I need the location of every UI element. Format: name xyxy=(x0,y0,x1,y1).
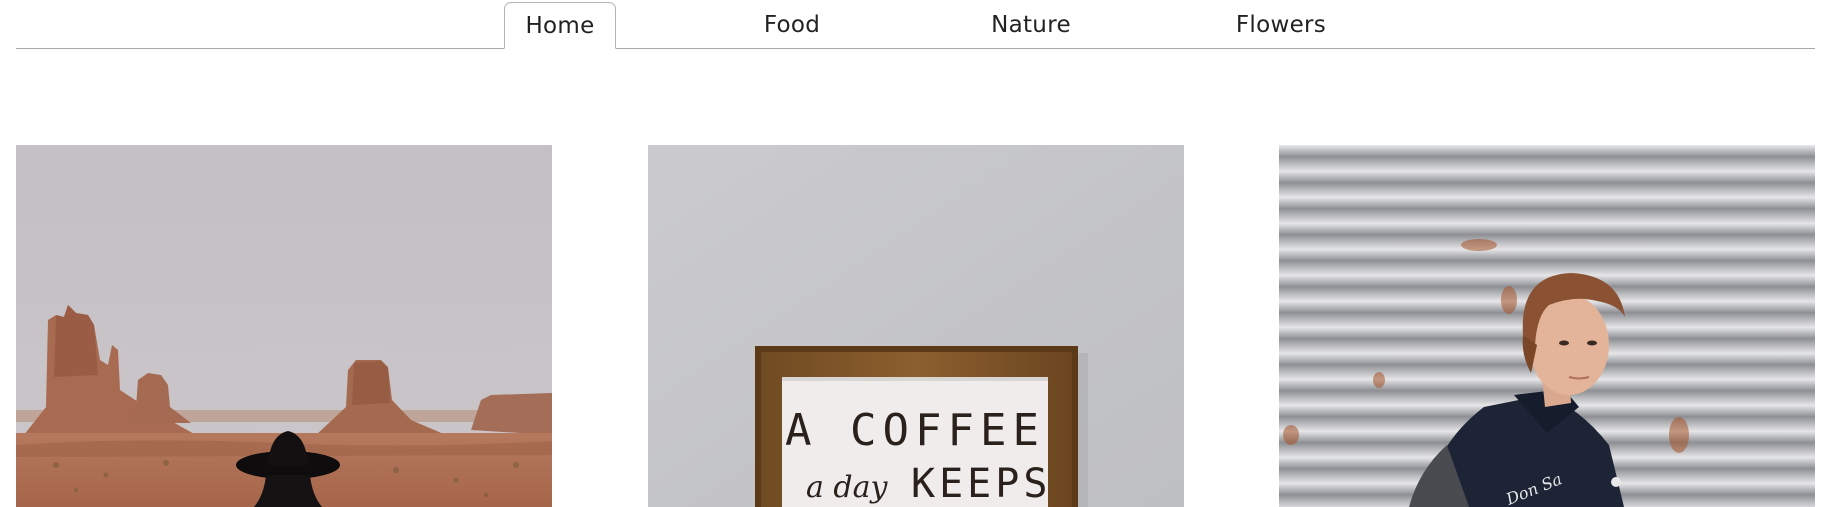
tab-nature[interactable]: Nature xyxy=(961,2,1101,48)
sign-line-2-caps: KEEPS xyxy=(911,461,1051,507)
tab-flowers[interactable]: Flowers xyxy=(1206,2,1356,48)
tab-food[interactable]: Food xyxy=(736,2,848,48)
gallery-image-coffee[interactable]: A COFFEE a day KEEPS xyxy=(648,145,1184,507)
gallery-image-desert[interactable] xyxy=(16,145,552,507)
gallery-image-portrait[interactable]: Don Sa xyxy=(1279,145,1815,507)
portrait-photo: Don Sa xyxy=(1279,145,1815,507)
tab-nature-label: Nature xyxy=(991,12,1071,38)
sign-line-2-script: a day xyxy=(806,470,889,505)
tab-flowers-label: Flowers xyxy=(1235,12,1327,38)
sign-line-1: A COFFEE xyxy=(785,405,1045,456)
tab-home[interactable]: Home xyxy=(504,2,616,49)
desert-photo xyxy=(16,145,552,507)
tab-bar: Home Food Nature Flowers xyxy=(16,0,1815,49)
tab-food-label: Food xyxy=(763,12,821,38)
coffee-sign-photo: A COFFEE a day KEEPS xyxy=(648,145,1184,507)
tab-home-label: Home xyxy=(525,12,595,39)
